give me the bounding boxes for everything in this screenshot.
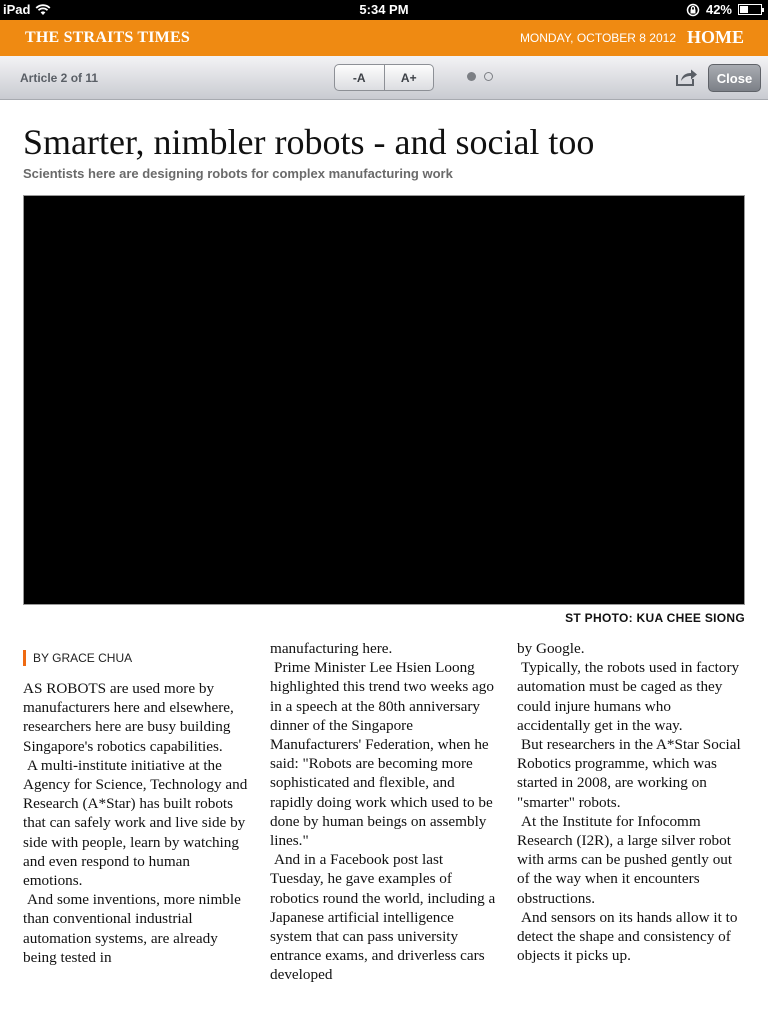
article-column-2: manufacturing here. Prime Minister Lee H… [270,639,498,985]
paragraph: At the Institute for Infocomm Research (… [517,812,733,907]
paragraph: And sensors on its hands allow it to det… [517,908,738,965]
paragraph: by Google. [517,640,585,657]
rotation-lock-icon [686,3,700,16]
paragraph: AS ROBOTS are used more by manufacturers… [23,680,234,755]
photo-credit: ST PHOTO: KUA CHEE SIONG [565,611,745,625]
decrease-font-button[interactable]: -A [335,65,384,90]
page-indicator[interactable] [467,72,493,81]
paragraph: But researchers in the A*Star Social Rob… [517,736,741,811]
paragraph: manufacturing here. [270,640,393,657]
brand-logo: THE STRAITS TIMES [25,29,190,46]
home-link[interactable]: HOME [687,27,744,48]
masthead-date: MONDAY, OCTOBER 8 2012 [519,31,676,45]
font-size-control: -A A+ [334,64,434,91]
page-dot-2[interactable] [484,72,493,81]
paragraph: And in a Facebook post last Tuesday, he … [270,851,496,984]
article-headline: Smarter, nimbler robots - and social too [23,122,595,162]
article-toolbar: Article 2 of 11 -A A+ Close [0,56,768,100]
page-dot-1[interactable] [467,72,476,81]
battery-icon [738,4,764,15]
article-count: Article 2 of 11 [20,71,99,85]
status-bar: iPad 5:34 PM 42% [0,0,768,20]
byline: BY GRACE CHUA [23,650,132,666]
increase-font-button[interactable]: A+ [383,65,434,90]
close-button[interactable]: Close [708,64,761,92]
battery-percent: 42% [705,2,732,17]
article-column-1: AS ROBOTS are used more by manufacturers… [23,679,251,967]
share-icon[interactable] [674,67,698,87]
paragraph: A multi-institute initiative at the Agen… [23,756,248,890]
paragraph: And some inventions, more nimble than co… [23,891,241,966]
masthead: THE STRAITS TIMES MONDAY, OCTOBER 8 2012… [0,20,768,56]
article-photo[interactable] [23,195,745,605]
paragraph: Typically, the robots used in factory au… [517,659,740,734]
clock: 5:34 PM [359,2,409,17]
paragraph: Prime Minister Lee Hsien Loong highlight… [270,659,494,850]
article-column-3: by Google. Typically, the robots used in… [517,639,745,965]
article-standfirst: Scientists here are designing robots for… [23,166,453,181]
